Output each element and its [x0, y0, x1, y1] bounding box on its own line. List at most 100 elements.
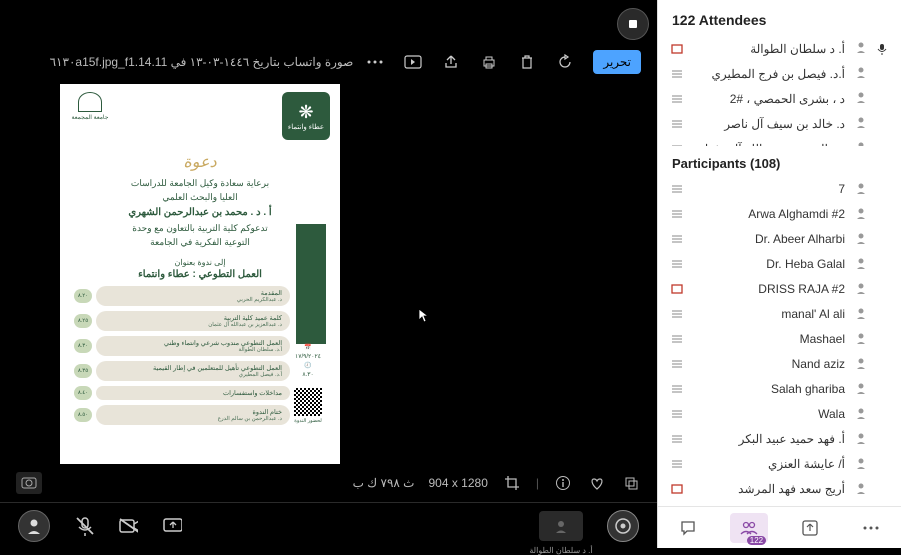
- invite-word: دعوة: [183, 154, 216, 171]
- tab-more[interactable]: [852, 513, 890, 543]
- person-icon: [853, 482, 867, 497]
- attendee-marker-icon: [670, 434, 684, 444]
- copy-icon[interactable]: [621, 473, 641, 493]
- speakers-list: أ. د سلطان الطوالة أ.د. فيصل بن فرج المط…: [658, 36, 901, 146]
- attendee-name: DRISS RAJA #2: [692, 282, 845, 296]
- attendee-row[interactable]: أ. فهد حميد عبيد البكر: [658, 427, 901, 452]
- agenda-item: العمل التطوعي مندوب شرعي وانتماء وطنيأ.د…: [74, 336, 290, 356]
- attendee-name: د. خالد بن سيف آل ناصر: [692, 117, 845, 131]
- attendee-row[interactable]: Arwa Alghamdi #2: [658, 202, 901, 227]
- call-controls: أ. د سلطان الطوالة: [0, 502, 657, 548]
- person-icon: [853, 357, 867, 372]
- person-icon: [853, 432, 867, 447]
- participant-tile[interactable]: أ. د سلطان الطوالة: [539, 511, 583, 541]
- attendee-row[interactable]: عبدالعزيز بن عبدالله آل عثمان: [658, 136, 901, 146]
- attendee-row[interactable]: Mashael: [658, 327, 901, 352]
- attendee-name: د ، بشرى الحمصي ، #2: [692, 92, 845, 106]
- image-viewer: جامعة المجمعة ❋ عطاء وانتماء دعوة برعاية…: [0, 84, 657, 464]
- mic-muted-icon[interactable]: [74, 516, 94, 536]
- cursor-icon: [418, 308, 430, 324]
- more-icon[interactable]: [365, 52, 385, 72]
- rotate-icon[interactable]: [555, 52, 575, 72]
- attendee-row[interactable]: Salah ghariba: [658, 377, 901, 402]
- play-icon[interactable]: [403, 52, 423, 72]
- person-icon: [853, 307, 867, 322]
- agenda-item: كلمة عميد كلية التربيةد. عبدالعزيز بن عب…: [74, 311, 290, 331]
- person-icon: [853, 257, 867, 272]
- person-icon: [853, 41, 867, 56]
- attendee-row[interactable]: 7: [658, 177, 901, 202]
- attendee-marker-icon: [670, 334, 684, 344]
- print-icon[interactable]: [479, 52, 499, 72]
- attendee-row[interactable]: manal' Al ali: [658, 302, 901, 327]
- image-dims: 904 x 1280: [428, 476, 487, 490]
- attendee-row[interactable]: Wala: [658, 402, 901, 427]
- attendee-name: أ. فهد حميد عبيد البكر: [692, 432, 845, 446]
- qr-code: [294, 388, 322, 416]
- heart-icon[interactable]: [587, 473, 607, 493]
- attendee-name: Nand aziz: [692, 357, 845, 371]
- sidebar-tabs: 122: [658, 506, 901, 548]
- tab-share[interactable]: [791, 513, 829, 543]
- attendee-name: أريج سعد فهد المرشد: [692, 482, 845, 496]
- person-icon: [853, 232, 867, 247]
- crop-icon[interactable]: [502, 473, 522, 493]
- attendee-marker-icon: [670, 234, 684, 244]
- attendee-row[interactable]: DRISS RAJA #2: [658, 277, 901, 302]
- person-icon: [853, 457, 867, 472]
- person-icon: [853, 382, 867, 397]
- video-off-icon[interactable]: [118, 516, 138, 536]
- attendees-header: 122 Attendees: [658, 0, 901, 36]
- attendee-row[interactable]: أ.د. فيصل بن فرج المطيري: [658, 61, 901, 86]
- person-icon: [853, 282, 867, 297]
- self-avatar[interactable]: [18, 510, 50, 542]
- attendee-name: Dr. Heba Galal: [692, 257, 845, 271]
- participants-list: 7 Arwa Alghamdi #2 Dr. Abeer Alharbi Dr.…: [658, 177, 901, 506]
- attendee-name: أ.د. فيصل بن فرج المطيري: [692, 67, 845, 81]
- info-icon[interactable]: [553, 473, 573, 493]
- attendee-name: Dr. Abeer Alharbi: [692, 232, 845, 246]
- agenda-item: ختام الندوةد. عبدالرحمن بن سالم الدرع٨.٥…: [74, 405, 290, 425]
- edit-button[interactable]: تحرير: [593, 50, 641, 74]
- end-call-icon[interactable]: [607, 510, 639, 542]
- attendee-marker-icon: [670, 184, 684, 194]
- tab-chat[interactable]: [669, 513, 707, 543]
- share-icon[interactable]: [441, 52, 461, 72]
- attendee-name: 7: [692, 182, 845, 196]
- attendee-marker-icon: [670, 409, 684, 419]
- attendee-marker-icon: [670, 94, 684, 104]
- agenda-item: المقدمةد. عبدالكريم الحربي٨.٢٠: [74, 286, 290, 306]
- attendee-name: Mashael: [692, 332, 845, 346]
- attendee-name: Salah ghariba: [692, 382, 845, 396]
- attendee-row[interactable]: أريج سعد فهد المرشد: [658, 477, 901, 502]
- attendee-marker-icon: [670, 384, 684, 394]
- attendee-marker-icon: [670, 359, 684, 369]
- camera-icon[interactable]: [16, 472, 42, 494]
- people-count-badge: 122: [747, 536, 766, 545]
- attendee-row[interactable]: د ، بشرى الحمصي ، #2: [658, 86, 901, 111]
- poster-meta: 📅 ١٧/٩/٢٠٢٤ 🕗 ٨.٣٠: [290, 344, 326, 378]
- attendee-row[interactable]: Nand aziz: [658, 352, 901, 377]
- attendee-row[interactable]: أ/ عايشة العنزي: [658, 452, 901, 477]
- person-icon: [853, 332, 867, 347]
- attendee-marker-icon: [670, 283, 684, 295]
- tab-people[interactable]: 122: [730, 513, 768, 543]
- attendee-row[interactable]: د. خالد بن سيف آل ناصر: [658, 111, 901, 136]
- file-size: ث ٧٩٨ ك ب: [353, 476, 415, 490]
- stop-record-button[interactable]: [617, 8, 649, 40]
- attendee-row[interactable]: أ. د سلطان الطوالة: [658, 36, 901, 61]
- attendee-row[interactable]: Dr. Abeer Alharbi: [658, 227, 901, 252]
- attendee-marker-icon: [670, 69, 684, 79]
- participants-label: Participants (108): [658, 146, 901, 177]
- theme-logo: ❋ عطاء وانتماء: [282, 92, 330, 140]
- trash-icon[interactable]: [517, 52, 537, 72]
- university-logo: جامعة المجمعة: [70, 92, 110, 132]
- attendee-row[interactable]: Dr. Heba Galal: [658, 252, 901, 277]
- agenda-item: العمل التطوعي تأهيل للمتعلمين في إطار ال…: [74, 361, 290, 381]
- mic-icon: [875, 43, 889, 55]
- attendee-name: manal' Al ali: [692, 307, 845, 321]
- person-icon: [853, 66, 867, 81]
- attendee-marker-icon: [670, 259, 684, 269]
- share-screen-icon[interactable]: [162, 516, 182, 536]
- attendee-name: أ/ عايشة العنزي: [692, 457, 845, 471]
